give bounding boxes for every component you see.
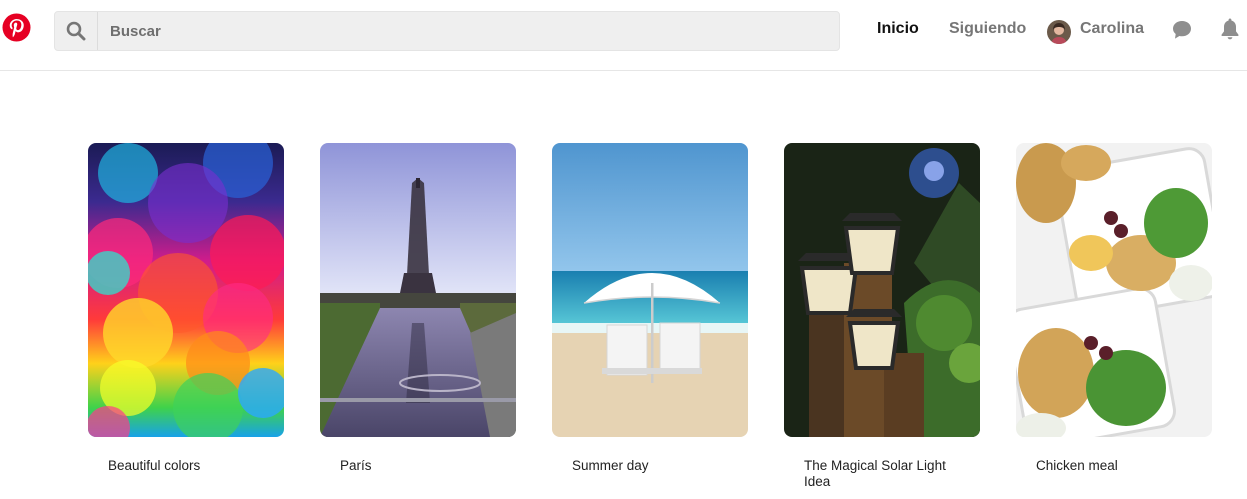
pin-card[interactable]: Beautiful colors bbox=[88, 143, 284, 473]
pin-image-paris[interactable] bbox=[320, 143, 516, 437]
pin-image-chicken-meal[interactable] bbox=[1016, 143, 1212, 437]
search-icon[interactable] bbox=[55, 12, 98, 50]
pin-card[interactable]: Chicken meal bbox=[1016, 143, 1212, 473]
nav-home[interactable]: Inicio bbox=[877, 20, 919, 38]
chat-bubble-icon[interactable] bbox=[1171, 19, 1193, 41]
pin-title[interactable]: Chicken meal bbox=[1036, 458, 1206, 474]
search-bar bbox=[54, 11, 840, 51]
pin-image-beach[interactable] bbox=[552, 143, 748, 437]
pinterest-logo-icon[interactable] bbox=[2, 13, 31, 42]
nav-following[interactable]: Siguiendo bbox=[949, 20, 1026, 38]
pin-card[interactable]: Summer day bbox=[552, 143, 748, 473]
bell-icon[interactable] bbox=[1219, 17, 1241, 41]
top-header: Inicio Siguiendo Carolina bbox=[0, 0, 1247, 71]
search-input[interactable] bbox=[99, 12, 839, 50]
pin-title[interactable]: Summer day bbox=[572, 458, 742, 474]
pin-card[interactable]: The Magical Solar Light Idea bbox=[784, 143, 980, 489]
pin-card[interactable]: París bbox=[320, 143, 516, 473]
pin-image-colors[interactable] bbox=[88, 143, 284, 437]
pin-image-solar-lights[interactable] bbox=[784, 143, 980, 437]
pin-title[interactable]: Beautiful colors bbox=[108, 458, 278, 474]
pin-title[interactable]: París bbox=[340, 458, 510, 474]
pin-title[interactable]: The Magical Solar Light Idea bbox=[804, 458, 974, 490]
avatar[interactable] bbox=[1047, 20, 1071, 44]
nav-profile[interactable]: Carolina bbox=[1080, 20, 1144, 38]
